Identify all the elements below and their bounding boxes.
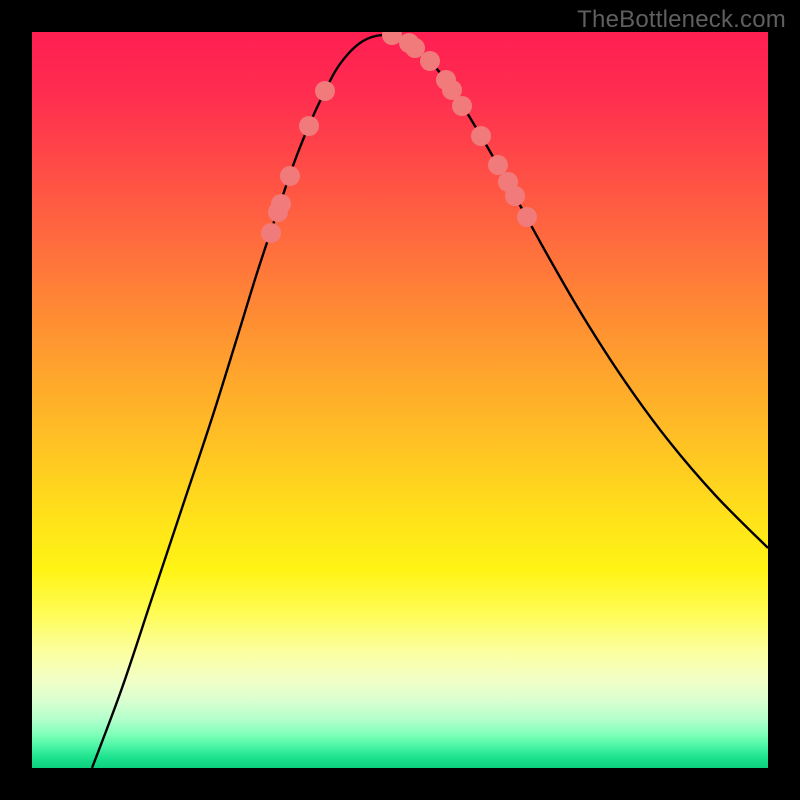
brand-watermark: TheBottleneck.com [577,6,786,34]
data-dot [271,194,291,214]
data-dot [280,166,300,186]
bottleneck-curve [92,35,768,768]
plot-area [32,32,768,768]
data-dot [471,126,491,146]
data-dot [420,51,440,71]
data-dot [452,96,472,116]
data-dot [505,186,525,206]
data-dot [382,32,402,45]
chart-overlay [32,32,768,768]
data-dot [261,223,281,243]
data-dot [488,155,508,175]
data-dot [299,116,319,136]
chart-frame: TheBottleneck.com [0,0,800,800]
data-dot [517,207,537,227]
data-dots [261,32,537,243]
data-dot [315,81,335,101]
